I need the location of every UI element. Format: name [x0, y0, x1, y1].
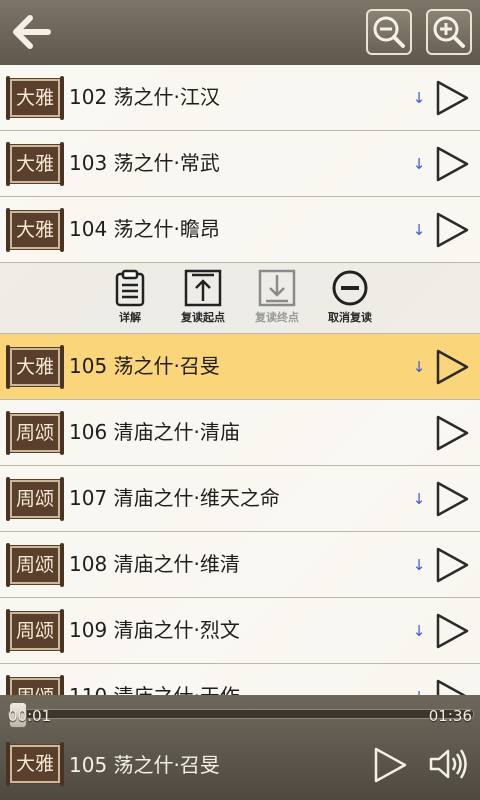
progress-slider[interactable]: [8, 702, 474, 728]
player-bar: 00:01 01:36 大雅 105 荡之什·召旻: [0, 695, 480, 800]
play-icon[interactable]: [434, 414, 470, 452]
track-title: 105 荡之什·召旻: [69, 354, 220, 378]
category-badge: 周颂: [6, 609, 64, 653]
list-item[interactable]: 周颂 107 清庙之什·维天之命 ↓: [0, 466, 480, 532]
zoom-in-button[interactable]: [426, 9, 472, 55]
category-badge: 周颂: [6, 675, 64, 695]
download-arrow-icon[interactable]: ↓: [412, 220, 426, 240]
total-time: 01:36: [428, 707, 472, 725]
download-arrow-icon[interactable]: ↓: [412, 357, 426, 377]
play-icon[interactable]: [372, 746, 408, 784]
repeat-start-button[interactable]: 复读起点: [168, 269, 238, 329]
category-badge: 周颂: [6, 477, 64, 521]
minus-circle-icon: [332, 270, 368, 306]
list-item[interactable]: 周颂 109 清庙之什·烈文 ↓: [0, 598, 480, 664]
volume-icon[interactable]: [428, 747, 470, 781]
back-arrow-icon: [13, 15, 51, 49]
download-tray-icon: [258, 269, 296, 307]
download-arrow-icon[interactable]: ↓: [412, 154, 426, 174]
list-item-selected[interactable]: 大雅 105 荡之什·召旻 ↓: [0, 334, 480, 400]
track-title: 107 清庙之什·维天之命: [69, 486, 280, 510]
play-icon[interactable]: [434, 79, 470, 117]
top-bar: [0, 0, 480, 66]
track-title: 110 清庙之什·天作: [69, 664, 240, 695]
list-item[interactable]: 周颂 106 清庙之什·清庙: [0, 400, 480, 466]
play-icon[interactable]: [434, 678, 470, 695]
zoom-out-button[interactable]: [366, 9, 412, 55]
category-badge: 大雅: [6, 345, 64, 389]
category-badge: 周颂: [6, 543, 64, 587]
zoom-in-icon: [433, 16, 465, 48]
list-item[interactable]: 大雅 104 荡之什·瞻昂 ↓: [0, 197, 480, 263]
category-badge: 周颂: [6, 411, 64, 455]
play-icon[interactable]: [434, 211, 470, 249]
track-title: 109 清庙之什·烈文: [69, 618, 240, 642]
play-icon[interactable]: [434, 612, 470, 650]
download-arrow-icon[interactable]: ↓: [412, 88, 426, 108]
track-title: 104 荡之什·瞻昂: [69, 217, 220, 241]
upload-tray-icon: [184, 269, 222, 307]
list-item[interactable]: 周颂 110 清庙之什·天作 ↓: [0, 664, 480, 695]
category-badge: 大雅: [6, 208, 64, 252]
track-list[interactable]: 大雅 102 荡之什·江汉 ↓ 大雅 103 荡之什·常武 ↓ 大雅 104 荡…: [0, 65, 480, 695]
clipboard-icon: [115, 269, 145, 307]
zoom-out-icon: [373, 16, 405, 48]
cancel-repeat-button[interactable]: 取消复读: [315, 269, 385, 329]
list-item[interactable]: 大雅 103 荡之什·常武 ↓: [0, 131, 480, 197]
track-title: 108 清庙之什·维清: [69, 552, 240, 576]
track-title: 103 荡之什·常武: [69, 151, 220, 175]
play-icon[interactable]: [434, 546, 470, 584]
repeat-start-label: 复读起点: [181, 311, 225, 324]
download-arrow-icon[interactable]: ↓: [412, 489, 426, 509]
category-badge: 大雅: [6, 142, 64, 186]
play-icon[interactable]: [434, 348, 470, 386]
list-item[interactable]: 周颂 108 清庙之什·维清 ↓: [0, 532, 480, 598]
repeat-end-button[interactable]: 复读终点: [242, 269, 312, 329]
track-title: 102 荡之什·江汉: [69, 85, 220, 109]
current-time: 00:01: [8, 707, 52, 725]
track-title: 106 清庙之什·清庙: [69, 420, 240, 444]
list-item[interactable]: 大雅 102 荡之什·江汉 ↓: [0, 65, 480, 131]
details-button[interactable]: 详解: [95, 269, 165, 329]
repeat-action-bar: 详解 复读起点 复读终点 取消复读: [0, 263, 480, 334]
download-arrow-icon[interactable]: ↓: [412, 621, 426, 641]
back-button[interactable]: [8, 12, 52, 52]
category-badge: 大雅: [6, 76, 64, 120]
now-playing-title: 105 荡之什·召旻: [69, 753, 220, 777]
play-icon[interactable]: [434, 145, 470, 183]
play-icon[interactable]: [434, 480, 470, 518]
download-arrow-icon[interactable]: ↓: [412, 687, 426, 695]
now-playing-badge: 大雅: [6, 742, 64, 786]
repeat-end-label: 复读终点: [255, 311, 299, 324]
download-arrow-icon[interactable]: ↓: [412, 555, 426, 575]
details-label: 详解: [119, 311, 141, 324]
cancel-repeat-label: 取消复读: [328, 311, 372, 324]
